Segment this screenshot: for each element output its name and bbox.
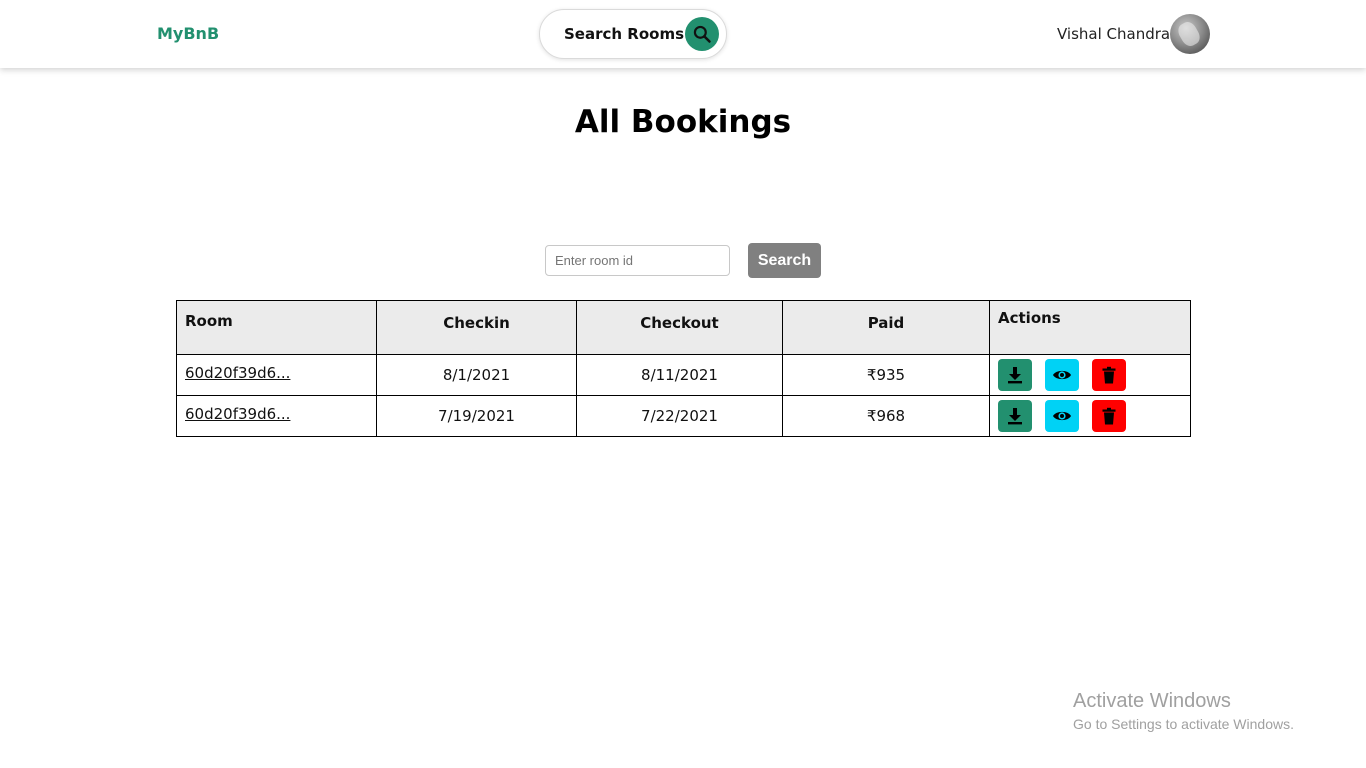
actions-cell xyxy=(989,354,1191,396)
table-row: 60d20f39d6... 7/19/2021 7/22/2021 ₹968 xyxy=(176,395,1191,437)
eye-icon xyxy=(1053,411,1071,421)
checkin-cell: 7/19/2021 xyxy=(376,395,577,437)
eye-icon xyxy=(1053,370,1071,380)
checkout-cell: 7/22/2021 xyxy=(576,395,783,437)
paid-cell: ₹968 xyxy=(782,395,990,437)
search-rooms-button[interactable]: Search Rooms xyxy=(539,9,727,59)
view-button[interactable] xyxy=(1045,359,1079,391)
search-icon xyxy=(693,25,711,43)
table-row: 60d20f39d6... 8/1/2021 8/11/2021 ₹935 xyxy=(176,354,1191,396)
trash-icon xyxy=(1102,407,1116,425)
column-header-checkin: Checkin xyxy=(376,300,577,355)
room-id-input[interactable] xyxy=(545,245,730,276)
trash-icon xyxy=(1102,366,1116,384)
room-link[interactable]: 60d20f39d6... xyxy=(185,364,290,382)
view-button[interactable] xyxy=(1045,400,1079,432)
room-cell: 60d20f39d6... xyxy=(176,395,377,437)
download-icon xyxy=(1008,408,1022,425)
room-cell: 60d20f39d6... xyxy=(176,354,377,396)
download-button[interactable] xyxy=(998,359,1032,391)
search-icon-button[interactable] xyxy=(685,17,719,51)
table-header-row: Room Checkin Checkout Paid Actions xyxy=(176,300,1191,355)
download-button[interactable] xyxy=(998,400,1032,432)
user-name: Vishal Chandra xyxy=(1057,25,1171,43)
search-button[interactable]: Search xyxy=(748,243,821,278)
delete-button[interactable] xyxy=(1092,359,1126,391)
column-header-actions: Actions xyxy=(989,300,1191,355)
watermark-title: Activate Windows xyxy=(1073,690,1231,712)
top-navbar: MyBnB Search Rooms Vishal Chandra xyxy=(0,0,1366,68)
checkin-cell: 8/1/2021 xyxy=(376,354,577,396)
room-link[interactable]: 60d20f39d6... xyxy=(185,405,290,423)
column-header-paid: Paid xyxy=(782,300,990,355)
download-icon xyxy=(1008,367,1022,384)
column-header-room: Room xyxy=(176,300,377,355)
search-rooms-label: Search Rooms xyxy=(564,25,685,43)
checkout-cell: 8/11/2021 xyxy=(576,354,783,396)
delete-button[interactable] xyxy=(1092,400,1126,432)
user-avatar[interactable] xyxy=(1170,14,1210,54)
brand-logo[interactable]: MyBnB xyxy=(157,24,219,43)
actions-cell xyxy=(989,395,1191,437)
column-header-checkout: Checkout xyxy=(576,300,783,355)
watermark-subtitle: Go to Settings to activate Windows. xyxy=(1073,716,1294,732)
activate-windows-watermark: Activate Windows Go to Settings to activ… xyxy=(1073,689,1294,733)
paid-cell: ₹935 xyxy=(782,354,990,396)
bookings-table: Room Checkin Checkout Paid Actions 60d20… xyxy=(176,300,1191,437)
page-title: All Bookings xyxy=(574,104,792,140)
